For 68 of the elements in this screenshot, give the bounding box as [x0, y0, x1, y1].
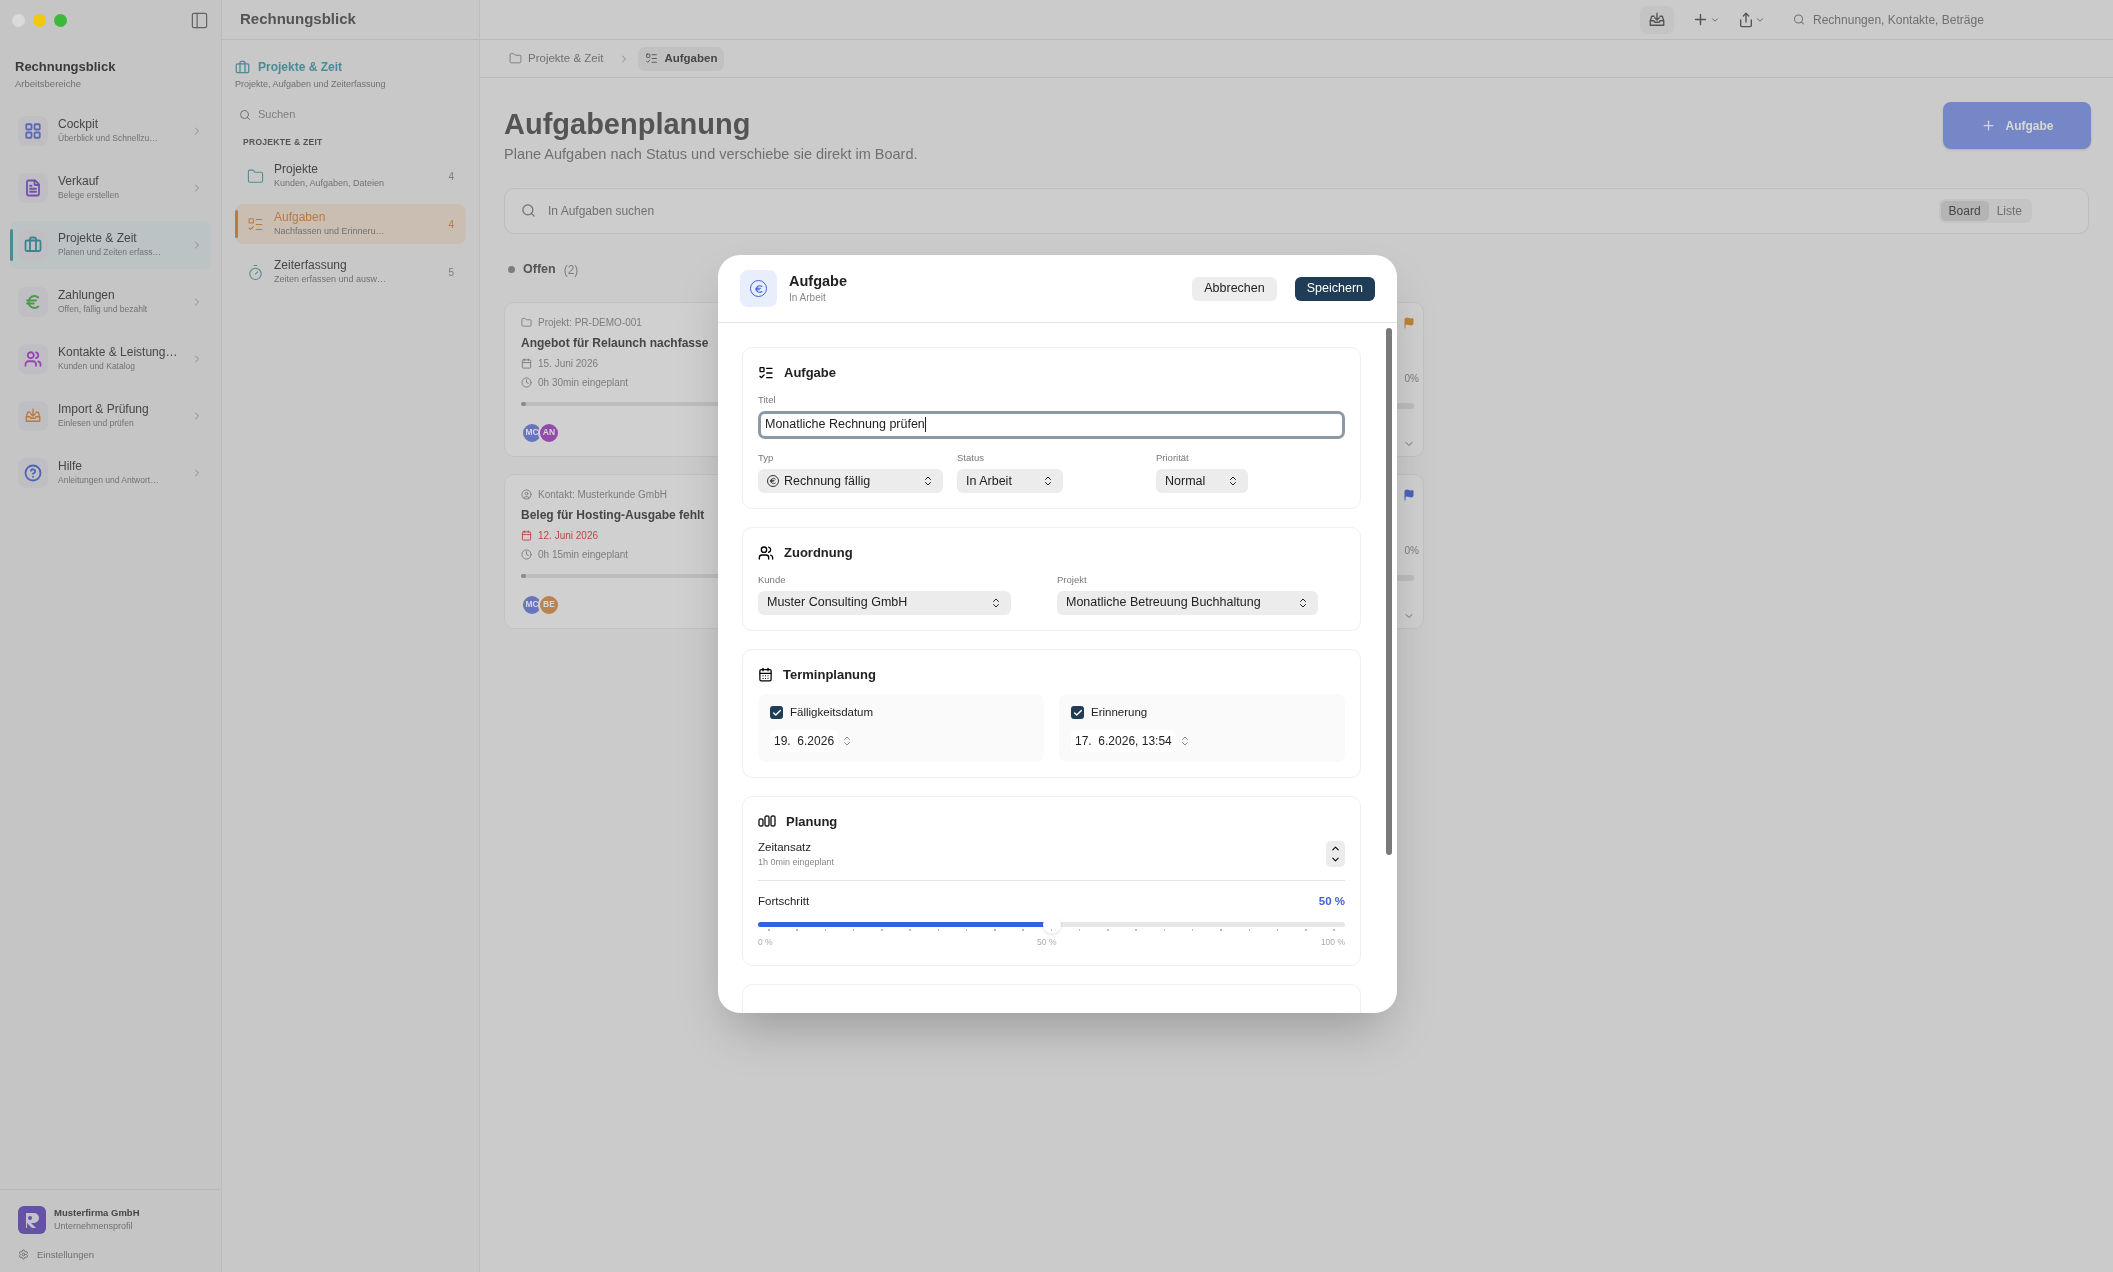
card-date: 12. Juni 2026 [538, 528, 599, 543]
group-heading: PROJEKTE & ZEIT [242, 135, 324, 149]
item-title: Projekte [274, 162, 320, 177]
company-name: Musterfirma GmbH [54, 1205, 140, 1220]
card-title: Beleg für Hosting-Ausgabe fehlt [521, 506, 706, 524]
item-subtitle: Überblick und Schnellzu… [58, 132, 159, 145]
section-heading: Aufgabe [784, 364, 836, 382]
item-count: 4 [448, 169, 454, 184]
item-title: Aufgaben [274, 210, 327, 225]
card-context: Projekt: PR-DEMO-001 [538, 315, 642, 330]
field-label: Priorität [1156, 450, 1190, 465]
column-count: (2) [563, 261, 579, 279]
field-label: Projekt [1057, 572, 1088, 587]
item-subtitle: Anleitungen und Antwort… [58, 474, 160, 487]
sidebar-title: Rechnungsblick [15, 58, 117, 76]
card-context: Kontakt: Musterkunde GmbH [538, 487, 667, 502]
avatar: AN [538, 421, 560, 444]
card-title: Angebot für Relaunch nachfasse [521, 334, 710, 352]
item-subtitle: Kunden, Aufgaben, Dateien [274, 177, 386, 190]
item-title: Zahlungen [58, 288, 116, 304]
item-title: Import & Prüfung [58, 402, 150, 418]
field-label: Titel [758, 392, 777, 407]
section-heading: Terminplanung [783, 665, 876, 684]
page-title: Aufgabenplanung [504, 107, 752, 142]
scale-label: 0 % [758, 936, 773, 949]
item-count: 5 [448, 265, 454, 280]
item-title: Hilfe [58, 459, 83, 475]
window-title: Rechnungsblick [240, 9, 356, 30]
scale-label: 50 % [1037, 936, 1057, 949]
item-subtitle: Nachfassen und Erinneru… [274, 225, 386, 238]
page-subtitle: Plane Aufgaben nach Status und verschiebe sie direkt im Board. [504, 145, 918, 164]
item-title: Kontakte & Leistung… [58, 345, 179, 361]
sidebar-subtitle: Arbeitsbereiche [15, 76, 82, 91]
progress-value: 0% [1404, 371, 1419, 386]
estimate-value: 1h 0min eingeplant [758, 856, 836, 870]
progress-value: 50 % [1318, 893, 1345, 909]
progress-label: Fortschritt [758, 893, 810, 909]
section-title: Projekte & Zeit [258, 59, 343, 76]
progress-value: 0% [1404, 543, 1419, 558]
dialog-subtitle: In Arbeit [789, 291, 827, 305]
avatar: BE [538, 593, 560, 616]
dialog-title: Aufgabe [789, 272, 848, 290]
section-heading: Zuordnung [784, 544, 853, 562]
item-subtitle: Belege erstellen [58, 189, 120, 202]
item-subtitle: Offen, fällig und bezahlt [58, 303, 149, 316]
card-date: 15. Juni 2026 [538, 356, 599, 371]
checkbox-label: Erinnerung [1091, 705, 1148, 721]
estimate-label: Zeitansatz [758, 840, 813, 855]
scale-label: 100 % [1320, 936, 1345, 949]
card-planned: 0h 30min eingeplant [538, 375, 629, 390]
card-planned: 0h 15min eingeplant [538, 547, 629, 562]
checkbox-label: Fälligkeitsdatum [790, 705, 874, 721]
field-label: Status [957, 450, 985, 465]
item-title: Cockpit [58, 117, 99, 133]
item-subtitle: Einlesen und prüfen [58, 417, 135, 430]
field-label: Kunde [758, 572, 787, 587]
field-label: Typ [758, 450, 775, 465]
section-heading: Planung [786, 812, 838, 831]
item-subtitle: Planen und Zeiten erfass… [58, 246, 162, 259]
item-count: 4 [448, 217, 454, 232]
column-title: Offen [523, 261, 556, 279]
item-subtitle: Kunden und Katalog [58, 360, 137, 373]
item-subtitle: Zeiten erfassen und ausw… [274, 273, 388, 286]
item-title: Zeiterfassung [274, 258, 348, 273]
company-subtitle: Unternehmensprofil [54, 1220, 134, 1234]
item-title: Verkauf [58, 174, 100, 190]
section-subtitle: Projekte, Aufgaben und Zeiterfassung [235, 78, 387, 91]
item-title: Projekte & Zeit [58, 231, 138, 247]
